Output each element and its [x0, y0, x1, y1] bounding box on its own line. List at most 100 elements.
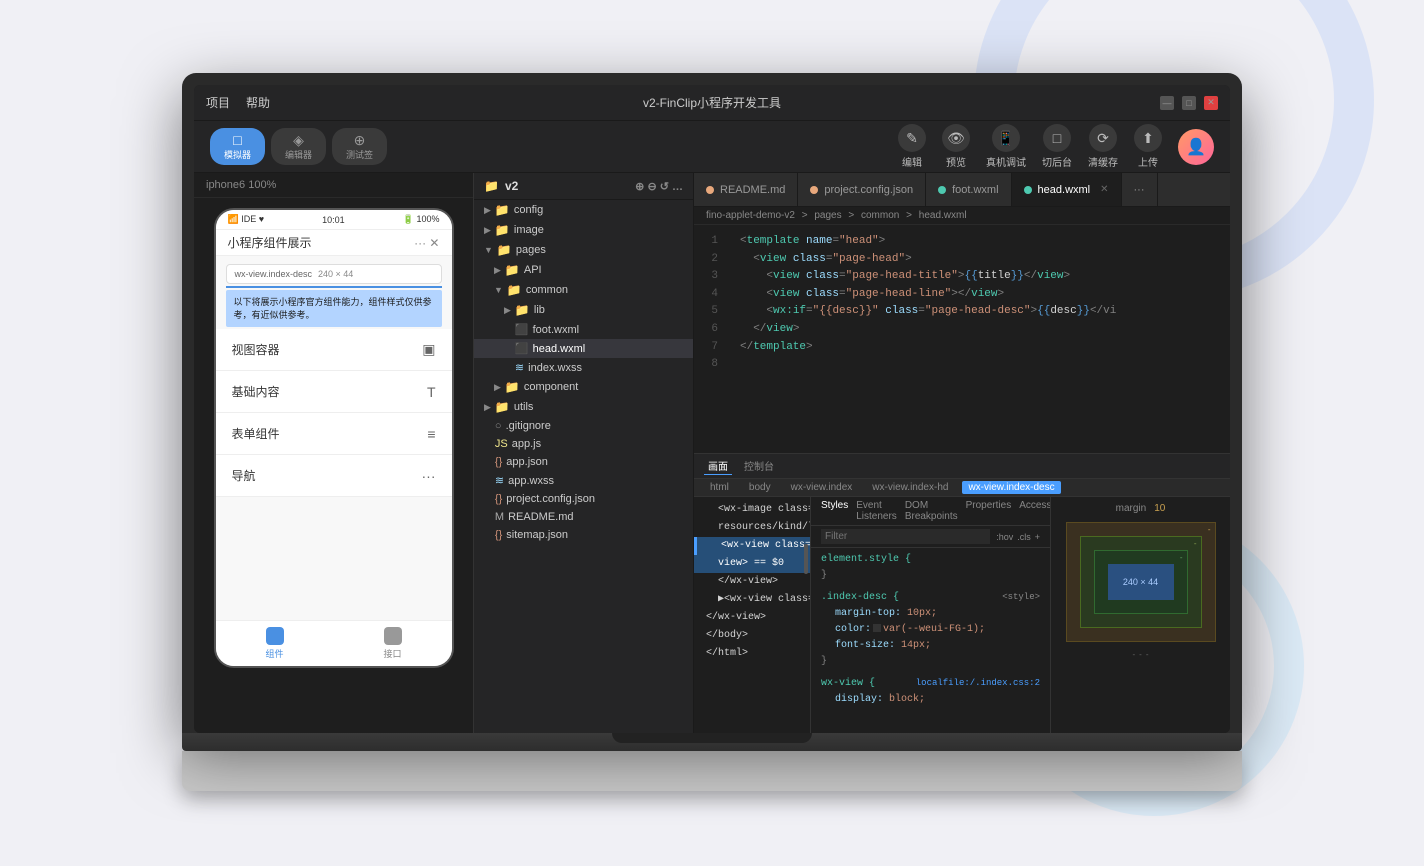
- properties-tab[interactable]: Properties: [966, 500, 1012, 522]
- scrollbar-thumb[interactable]: [804, 544, 808, 574]
- event-listeners-tab[interactable]: Event Listeners: [856, 500, 897, 522]
- tab-readme[interactable]: README.md: [694, 173, 798, 206]
- upload-button[interactable]: ⬆ 上传: [1134, 124, 1162, 169]
- code-main: 1 2 3 4 5 6 7 8 <template name="head">: [694, 225, 1230, 453]
- code-line-2: <view class="page-head">: [740, 251, 1218, 269]
- add-style-button[interactable]: +: [1035, 532, 1040, 542]
- element-style-block: element.style { }: [821, 552, 1040, 584]
- styles-content: element.style { } .index-desc {<style> m…: [811, 548, 1050, 733]
- toolbar-right: ✎ 编辑 👁 预览 📱 真机调试 □ 切后台: [898, 124, 1214, 169]
- editor-button[interactable]: ◈ 编辑器: [271, 128, 326, 165]
- breadcrumb: fino-applet-demo-v2 > pages > common > h…: [694, 207, 1230, 225]
- tree-app-json[interactable]: ▶ {} app.json: [474, 453, 693, 471]
- list-label-3: 导航: [232, 467, 256, 484]
- html-inspector: <wx-image class="index-logo" src="../res…: [694, 497, 810, 733]
- preview-button[interactable]: 👁 预览: [942, 124, 970, 169]
- filetree-root: 📁 v2 ⊕ ⊖ ↺ …: [474, 173, 693, 200]
- laptop-bottom: [182, 751, 1242, 791]
- tab-close-icon[interactable]: ✕: [1100, 184, 1108, 195]
- filter-input[interactable]: [821, 529, 990, 544]
- close-button[interactable]: ✕: [1204, 96, 1218, 110]
- tree-api[interactable]: ▶ 📁 API: [474, 260, 693, 280]
- code-line-7: </template>: [740, 339, 1218, 357]
- list-item-3[interactable]: 导航 ···: [216, 455, 452, 497]
- tree-image[interactable]: ▶ 📁 image: [474, 220, 693, 240]
- preview-panel: iphone6 100% 📶 IDE ♥ 10:01 🔋 100% 小程序组件展…: [194, 173, 474, 733]
- phone-titlebar: 小程序组件展示 ··· ✕: [216, 230, 452, 256]
- elem-tab-index[interactable]: wx-view.index: [785, 481, 859, 494]
- clear-cache-button[interactable]: ⟳ 清缓存: [1088, 124, 1118, 169]
- tree-utils[interactable]: ▶ 📁 utils: [474, 397, 693, 417]
- elem-tab-html[interactable]: html: [704, 481, 735, 494]
- tab-console[interactable]: 控制台: [740, 457, 778, 475]
- ide-window: 项目 帮助 v2-FinClip小程序开发工具 — □ ✕ □ 模拟器: [194, 85, 1230, 733]
- elem-tab-body[interactable]: body: [743, 481, 777, 494]
- tab-head-wxml[interactable]: head.wxml ✕: [1012, 173, 1122, 206]
- padding-value: -: [1180, 553, 1183, 562]
- inspector-line-4: </wx-view>: [694, 573, 810, 591]
- tree-app-wxss[interactable]: ▶ ≋ app.wxss: [474, 471, 693, 490]
- elem-tab-desc[interactable]: wx-view.index-desc: [962, 481, 1060, 494]
- tab-dot-readme: [706, 186, 714, 194]
- list-item-1[interactable]: 基础内容 T: [216, 371, 452, 413]
- dom-breakpoints-tab[interactable]: DOM Breakpoints: [905, 500, 958, 522]
- laptop-shell: 项目 帮助 v2-FinClip小程序开发工具 — □ ✕ □ 模拟器: [182, 73, 1242, 793]
- tab-canvas[interactable]: 画面: [704, 457, 732, 475]
- elem-tab-hd[interactable]: wx-view.index-hd: [866, 481, 954, 494]
- laptop-bezel: 项目 帮助 v2-FinClip小程序开发工具 — □ ✕ □ 模拟器: [182, 73, 1242, 733]
- menu-help[interactable]: 帮助: [246, 94, 270, 111]
- inspector-line-7: </body>: [694, 627, 810, 645]
- device-debug-button[interactable]: 📱 真机调试: [986, 124, 1026, 169]
- background-button[interactable]: □ 切后台: [1042, 124, 1072, 169]
- tree-foot-wxml[interactable]: ▶ ⬛ foot.wxml: [474, 320, 693, 339]
- hov-button[interactable]: :hov: [996, 532, 1013, 542]
- accessibility-tab[interactable]: Accessibility: [1019, 500, 1050, 522]
- maximize-button[interactable]: □: [1182, 96, 1196, 110]
- tree-common[interactable]: ▼ 📁 common: [474, 280, 693, 300]
- margin-value: -: [1208, 525, 1211, 534]
- ide-menu: 项目 帮助: [206, 94, 270, 111]
- tree-lib[interactable]: ▶ 📁 lib: [474, 300, 693, 320]
- tree-readme[interactable]: ▶ M README.md: [474, 508, 693, 526]
- test-button[interactable]: ⊕ 测试签: [332, 128, 387, 165]
- box-content: 240 × 44: [1108, 564, 1174, 600]
- edit-button[interactable]: ✎ 编辑: [898, 124, 926, 169]
- tree-head-wxml[interactable]: ▶ ⬛ head.wxml: [474, 339, 693, 358]
- tab-project-config[interactable]: project.config.json: [798, 173, 926, 206]
- tree-index-wxss[interactable]: ▶ ≋ index.wxss: [474, 358, 693, 377]
- border-value: -: [1194, 539, 1197, 548]
- cls-button[interactable]: .cls: [1017, 532, 1031, 542]
- tab-icon-0: [266, 627, 284, 645]
- filetree-panel: 📁 v2 ⊕ ⊖ ↺ … ▶ 📁 config ▶ 📁 image: [474, 173, 694, 733]
- tree-sitemap[interactable]: ▶ {} sitemap.json: [474, 526, 693, 544]
- simulator-button[interactable]: □ 模拟器: [210, 128, 265, 165]
- code-area: 1 2 3 4 5 6 7 8 <template name="head">: [694, 225, 1230, 453]
- tree-project-config[interactable]: ▶ {} project.config.json: [474, 490, 693, 508]
- list-item-0[interactable]: 视图容器 ▣: [216, 329, 452, 371]
- inspector-line-5[interactable]: ▶<wx-view class="index-bd">_</wx-view>: [694, 591, 810, 609]
- phone-tabbar: 组件 接口: [216, 620, 452, 666]
- inspector-line-2[interactable]: <wx-view class="index-desc">以下将展示小程序官方组件…: [694, 537, 810, 555]
- styles-tab[interactable]: Styles: [821, 500, 848, 522]
- tab-icon-1: [384, 627, 402, 645]
- tree-config[interactable]: ▶ 📁 config: [474, 200, 693, 220]
- ide-toolbar: □ 模拟器 ◈ 编辑器 ⊕ 测试签 ✎ 编辑: [194, 121, 1230, 173]
- phone-tab-0[interactable]: 组件: [216, 627, 334, 660]
- tab-foot-wxml[interactable]: foot.wxml: [926, 173, 1011, 206]
- tab-dot-project: [810, 186, 818, 194]
- minimize-button[interactable]: —: [1160, 96, 1174, 110]
- tooltip-bar: [226, 286, 442, 288]
- phone-tab-1[interactable]: 接口: [334, 627, 452, 660]
- menu-project[interactable]: 项目: [206, 94, 230, 111]
- list-icon-2: ≡: [427, 426, 435, 442]
- list-item-2[interactable]: 表单组件 ≡: [216, 413, 452, 455]
- tree-gitignore[interactable]: ▶ ○ .gitignore: [474, 417, 693, 435]
- tab-more[interactable]: ···: [1122, 173, 1158, 206]
- tree-component[interactable]: ▶ 📁 component: [474, 377, 693, 397]
- styles-tabs: Styles Event Listeners DOM Breakpoints P…: [811, 497, 1050, 526]
- tree-app-js[interactable]: ▶ JS app.js: [474, 435, 693, 453]
- tree-pages[interactable]: ▼ 📁 pages: [474, 240, 693, 260]
- user-avatar[interactable]: 👤: [1178, 129, 1214, 165]
- inspector-line-6: </wx-view>: [694, 609, 810, 627]
- editor-panel: README.md project.config.json foot.wxml: [694, 173, 1230, 733]
